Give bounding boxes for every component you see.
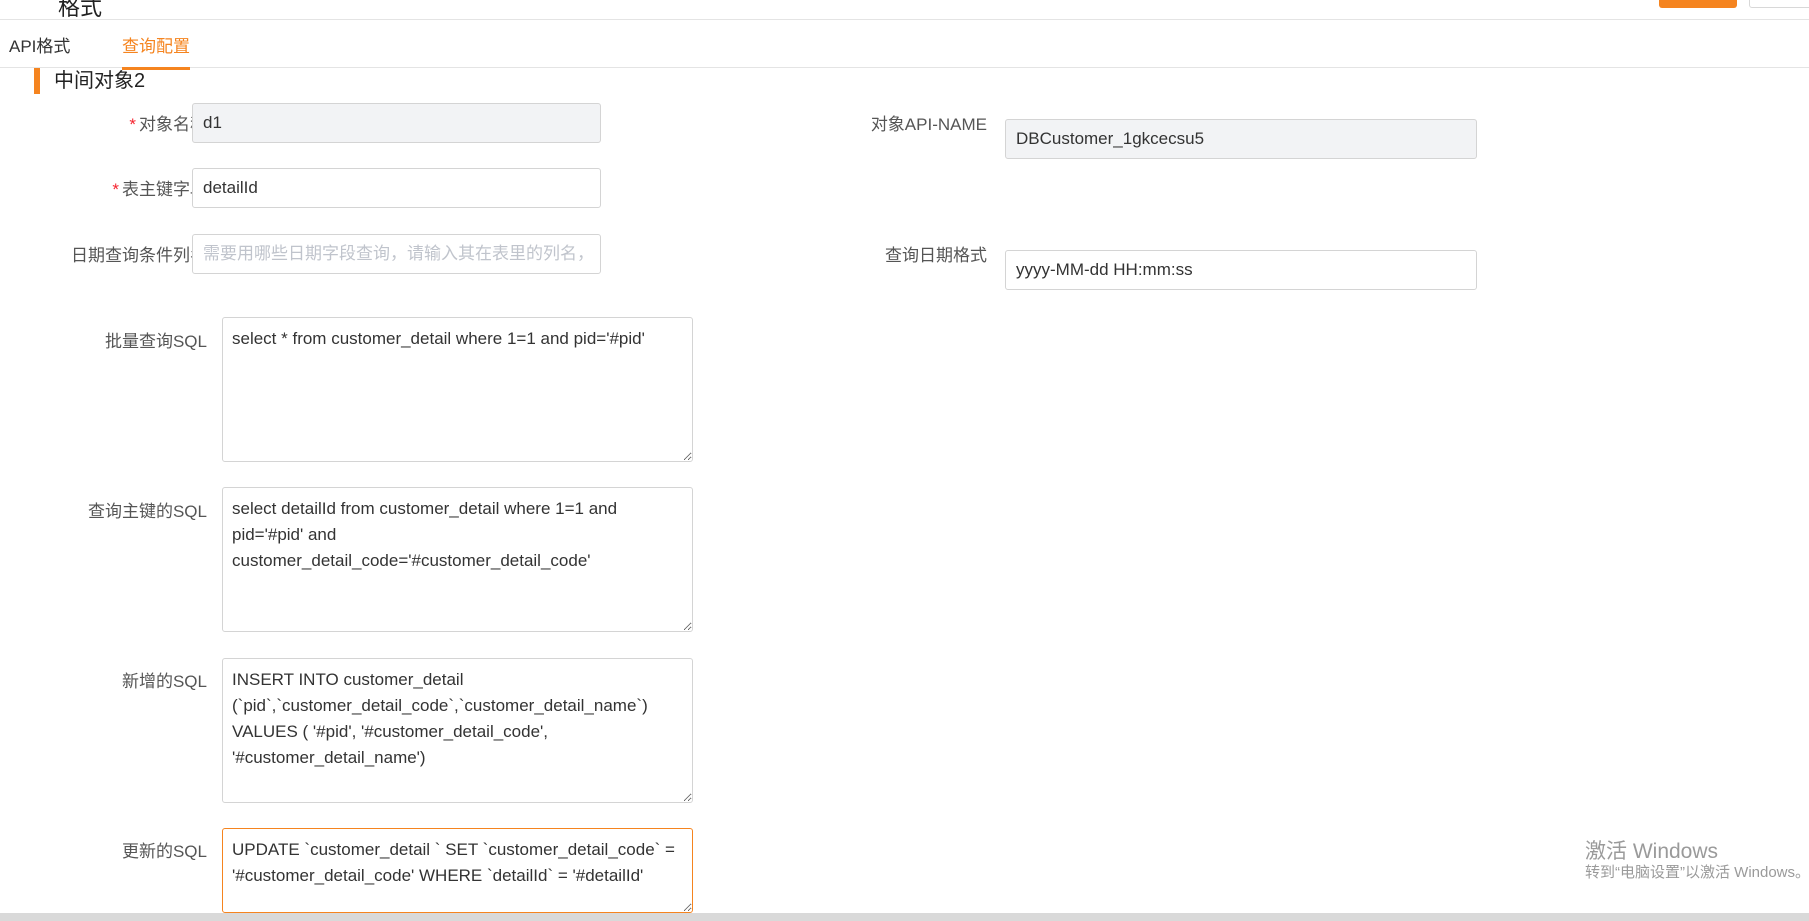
section-title: 中间对象2 — [54, 70, 146, 92]
date-query-column-label: 日期查询条件列名 — [71, 246, 207, 265]
secondary-action-button[interactable] — [1749, 0, 1809, 8]
batch-query-sql-textarea[interactable]: select * from customer_detail where 1=1 … — [222, 317, 693, 462]
update-sql-label: 更新的SQL — [121, 842, 207, 861]
object-name-input[interactable] — [192, 103, 601, 143]
primary-key-field-input[interactable] — [192, 168, 601, 208]
object-api-name-input[interactable] — [1005, 119, 1477, 159]
date-format-label: 查询日期格式 — [885, 246, 987, 265]
update-sql-textarea[interactable]: UPDATE `customer_detail ` SET `customer_… — [222, 828, 693, 913]
section-accent-bar — [34, 68, 40, 94]
tab-bar: API格式 查询配置 — [0, 20, 1809, 70]
windows-activation-watermark-text: 转到“电脑设置”以激活 Windows。 — [1585, 864, 1809, 881]
object-api-name-label: 对象API-NAME — [870, 115, 987, 134]
primary-action-button[interactable] — [1659, 0, 1737, 8]
primary-key-sql-label: 查询主键的SQL — [87, 502, 207, 521]
horizontal-scrollbar[interactable] — [0, 913, 1809, 921]
date-query-column-input[interactable] — [192, 234, 601, 274]
insert-sql-textarea[interactable]: INSERT INTO customer_detail (`pid`,`cust… — [222, 658, 693, 803]
tab-api-format[interactable]: API格式 — [9, 32, 70, 67]
date-format-input[interactable] — [1005, 250, 1477, 290]
batch-query-sql-label: 批量查询SQL — [104, 332, 207, 351]
primary-key-sql-textarea[interactable]: select detailId from customer_detail whe… — [222, 487, 693, 632]
insert-sql-label: 新增的SQL — [121, 672, 207, 691]
top-header: 格式 — [0, 0, 1809, 20]
page-title: 格式 — [58, 0, 103, 20]
